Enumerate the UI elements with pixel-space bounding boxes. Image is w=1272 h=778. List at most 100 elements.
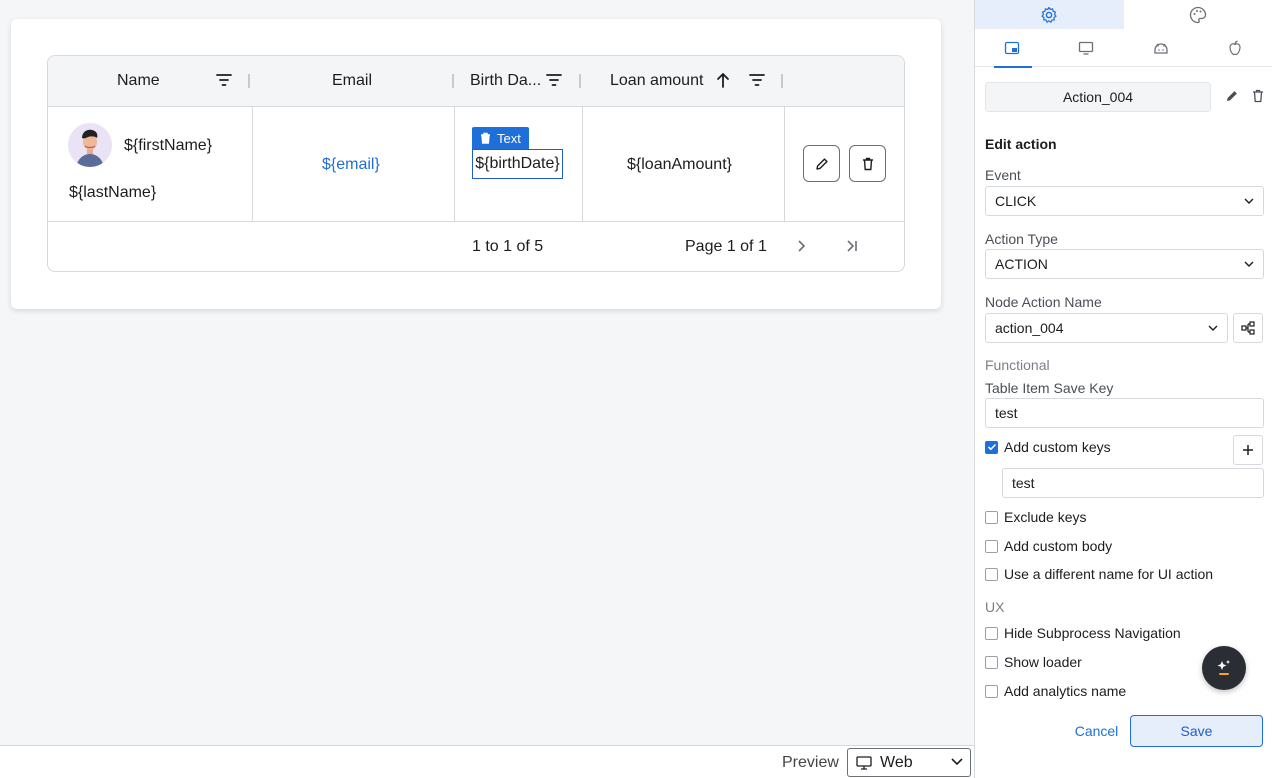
- event-select[interactable]: CLICK: [985, 186, 1264, 216]
- header-loan-amount-label: Loan amount: [610, 72, 704, 89]
- pagination-range: 1 to 1 of 5: [472, 238, 544, 255]
- preview-platform-value: Web: [880, 753, 913, 771]
- canvas: Name Email Birth Da... Loan amount ${fir…: [0, 0, 974, 745]
- custom-keys-label: Add custom keys: [1004, 439, 1111, 455]
- save-key-label: Table Item Save Key: [985, 380, 1114, 396]
- filter-icon[interactable]: [216, 72, 232, 88]
- exclude-keys-row[interactable]: Exclude keys: [985, 509, 1086, 525]
- selected-element-tag[interactable]: Text: [472, 127, 529, 149]
- preview-platform-select[interactable]: Web: [847, 748, 971, 777]
- cell-actions: [785, 107, 904, 222]
- node-action-select[interactable]: action_004: [985, 313, 1228, 343]
- show-loader-row[interactable]: Show loader: [985, 654, 1082, 670]
- add-key-button[interactable]: [1233, 435, 1263, 465]
- trash-icon[interactable]: [1252, 89, 1264, 106]
- table-row[interactable]: ${firstName} ${lastName} ${email} Text $…: [48, 107, 904, 222]
- exclude-keys-label: Exclude keys: [1004, 509, 1087, 525]
- header-email[interactable]: Email: [332, 56, 372, 106]
- cell-loan-amount: ${loanAmount}: [583, 107, 785, 222]
- sort-ascending-icon[interactable]: [716, 72, 730, 88]
- column-separator[interactable]: [248, 74, 250, 88]
- header-email-label: Email: [332, 72, 373, 89]
- save-key-value: test: [995, 405, 1018, 421]
- pagination-page: Page 1 of 1: [685, 238, 767, 255]
- analytics-name-row[interactable]: Add analytics name: [985, 683, 1126, 699]
- event-value: CLICK: [995, 193, 1037, 209]
- panel-top-tabs: [975, 0, 1272, 29]
- tab-platform-android[interactable]: [1124, 29, 1198, 67]
- cell-birth-date: Text ${birthDate}: [455, 107, 583, 222]
- analytics-name-checkbox[interactable]: [985, 684, 998, 698]
- analytics-name-label: Add analytics name: [1004, 683, 1127, 699]
- action-name-field[interactable]: Action_004: [985, 82, 1211, 112]
- tab-settings[interactable]: [975, 0, 1124, 29]
- check-icon: [987, 443, 996, 451]
- tab-platform-ios[interactable]: [1198, 29, 1272, 67]
- action-type-value: ACTION: [995, 256, 1048, 272]
- ai-assistant-button[interactable]: [1202, 646, 1246, 690]
- node-action-label: Node Action Name: [985, 294, 1102, 310]
- node-action-value: action_004: [995, 320, 1064, 336]
- avatar: [68, 123, 112, 167]
- pencil-icon[interactable]: [1225, 89, 1239, 106]
- column-separator[interactable]: [579, 74, 581, 88]
- delete-button[interactable]: [849, 145, 886, 182]
- custom-body-checkbox[interactable]: [985, 539, 998, 553]
- monitor-icon: [1079, 41, 1094, 55]
- tab-styles[interactable]: [1124, 0, 1272, 29]
- exclude-keys-checkbox[interactable]: [985, 510, 998, 524]
- data-table: Name Email Birth Da... Loan amount ${fir…: [47, 55, 905, 272]
- filter-icon[interactable]: [749, 72, 765, 88]
- header-loan-amount[interactable]: Loan amount: [610, 56, 703, 106]
- event-label: Event: [985, 167, 1021, 183]
- header-name[interactable]: Name: [117, 56, 160, 106]
- ux-label: UX: [985, 599, 1005, 615]
- node-tree-icon: [1241, 321, 1255, 335]
- edit-action-title: Edit action: [985, 136, 1057, 152]
- different-name-row[interactable]: Use a different name for UI action: [985, 566, 1213, 582]
- custom-keys-row[interactable]: Add custom keys: [985, 439, 1111, 455]
- custom-body-row[interactable]: Add custom body: [985, 538, 1112, 554]
- column-separator[interactable]: [452, 74, 454, 88]
- plus-icon: [1243, 445, 1253, 455]
- edit-button[interactable]: [803, 145, 840, 182]
- platform-tabs: [975, 29, 1272, 68]
- trash-icon: [862, 157, 873, 170]
- apple-icon: [1229, 40, 1241, 56]
- header-birth-date-label: Birth Da...: [470, 72, 542, 89]
- chevron-down-icon: [1244, 198, 1254, 204]
- show-loader-checkbox[interactable]: [985, 655, 998, 669]
- custom-keys-checkbox[interactable]: [985, 440, 998, 454]
- custom-body-label: Add custom body: [1004, 538, 1113, 554]
- different-name-label: Use a different name for UI action: [1004, 566, 1214, 582]
- loan-amount-text: ${loanAmount}: [627, 156, 732, 173]
- birth-date-text-selected[interactable]: ${birthDate}: [472, 149, 563, 179]
- sparkle-icon: [1217, 660, 1230, 675]
- custom-key-input[interactable]: test: [1002, 468, 1264, 498]
- cell-email: ${email}: [253, 107, 455, 222]
- last-page-icon[interactable]: [845, 239, 859, 258]
- different-name-checkbox[interactable]: [985, 567, 998, 581]
- action-type-select[interactable]: ACTION: [985, 249, 1264, 279]
- node-tree-button[interactable]: [1233, 313, 1263, 343]
- tab-platform-web[interactable]: [1049, 29, 1123, 67]
- save-key-input[interactable]: test: [985, 398, 1264, 428]
- chevron-down-icon: [1244, 261, 1254, 267]
- chevron-down-icon: [951, 758, 963, 766]
- gear-icon: [1041, 6, 1057, 23]
- next-page-icon[interactable]: [796, 239, 806, 258]
- column-separator[interactable]: [781, 74, 783, 88]
- action-type-label: Action Type: [985, 231, 1058, 247]
- header-birth-date[interactable]: Birth Da...: [470, 56, 541, 106]
- save-button[interactable]: Save: [1130, 715, 1263, 747]
- custom-key-value: test: [1012, 475, 1035, 491]
- cell-name: ${firstName} ${lastName}: [48, 107, 253, 222]
- hide-subprocess-row[interactable]: Hide Subprocess Navigation: [985, 625, 1181, 641]
- filter-icon[interactable]: [546, 72, 562, 88]
- email-link[interactable]: ${email}: [322, 156, 380, 174]
- show-loader-label: Show loader: [1004, 654, 1082, 670]
- hide-subprocess-checkbox[interactable]: [985, 626, 998, 640]
- trash-icon[interactable]: [480, 132, 491, 144]
- tab-platform-generic[interactable]: [975, 29, 1049, 68]
- layout-icon: [1004, 41, 1020, 55]
